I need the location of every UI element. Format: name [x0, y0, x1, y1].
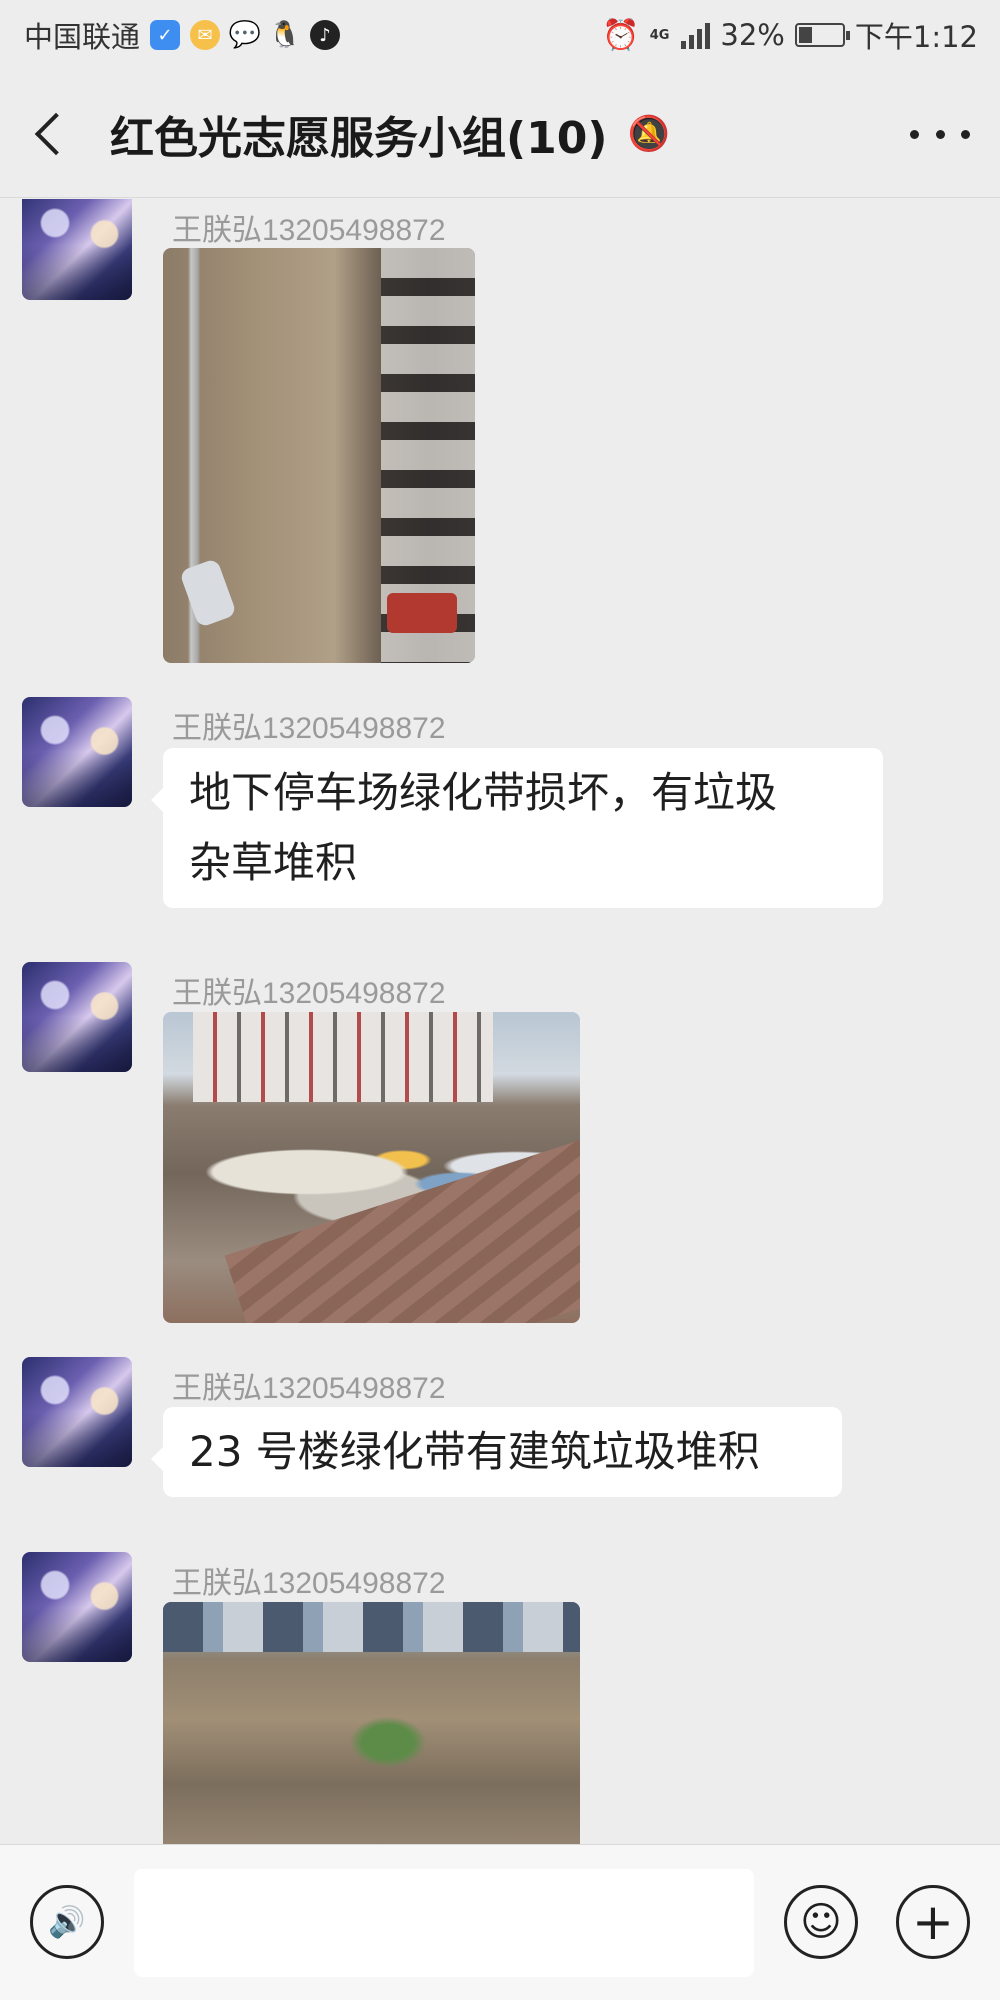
carrier-name: 中国联通 — [24, 20, 141, 54]
photo-message[interactable] — [163, 248, 475, 663]
bubble-line: 地下停车场绿化带损坏，有垃圾 — [189, 768, 778, 817]
mail-icon: ✉ — [190, 20, 221, 50]
network-type: 4G — [649, 27, 670, 43]
more-dot — [961, 129, 970, 139]
photo-message[interactable] — [163, 1602, 580, 1844]
signal-icon — [681, 21, 711, 49]
sender-name: 王朕弘13205498872 — [172, 1372, 446, 1405]
emoji-button[interactable]: ☺ — [784, 1885, 858, 1959]
chat-title: 红色光志愿服务小组(10) — [110, 112, 608, 164]
emoji-icon: ☺ — [800, 1899, 842, 1945]
back-chevron-icon — [34, 112, 78, 155]
qq-icon: 🐧 — [268, 20, 302, 50]
input-bar: 🔊 ☺ + — [0, 1844, 1000, 2000]
more-dot — [910, 129, 919, 139]
battery-icon — [794, 23, 850, 47]
wechat-icon: 💬 — [228, 20, 262, 50]
photo-message[interactable] — [163, 1012, 580, 1323]
sender-name: 王朕弘13205498872 — [172, 1567, 446, 1600]
status-bar: 中国联通 ✓ ✉ 💬 🐧 ♪ ⏰ 4G 32% 下午1:12 — [0, 0, 1000, 70]
plus-icon: + — [912, 1893, 954, 1951]
text-bubble[interactable]: 23 号楼绿化带有建筑垃圾堆积 — [151, 1407, 842, 1497]
text-bubble[interactable]: 地下停车场绿化带损坏，有垃圾 杂草堆积 — [151, 748, 883, 908]
sender-name: 王朕弘13205498872 — [172, 214, 446, 247]
bell-muted-icon: 🔕 — [627, 113, 670, 154]
tiktok-icon: ♪ — [310, 20, 341, 50]
alarm-icon: ⏰ — [602, 17, 640, 53]
avatar[interactable] — [22, 199, 132, 300]
sender-name: 王朕弘13205498872 — [172, 712, 446, 745]
shield-icon: ✓ — [150, 20, 181, 50]
avatar[interactable] — [22, 697, 132, 807]
voice-button[interactable]: 🔊 — [30, 1885, 104, 1959]
bubble-line: 23 号楼绿化带有建筑垃圾堆积 — [189, 1427, 760, 1476]
sender-name: 王朕弘13205498872 — [172, 977, 446, 1010]
battery-percent: 32% — [720, 18, 785, 52]
status-right: ⏰ 4G 32% 下午1:12 — [602, 14, 978, 56]
avatar[interactable] — [22, 1357, 132, 1467]
plus-button[interactable]: + — [896, 1885, 970, 1959]
clock: 下午1:12 — [854, 20, 978, 54]
message-list[interactable]: 王朕弘13205498872 王朕弘13205498872 地下停车场绿化带损坏… — [0, 199, 1000, 1844]
more-button[interactable] — [910, 110, 970, 158]
avatar[interactable] — [22, 1552, 132, 1662]
avatar[interactable] — [22, 962, 132, 1072]
voice-icon: 🔊 — [48, 1904, 86, 1940]
message-input[interactable] — [134, 1869, 754, 1977]
bubble-line: 杂草堆积 — [189, 838, 358, 887]
chat-header: 红色光志愿服务小组(10) 🔕 — [0, 70, 1000, 198]
battery-fill — [798, 27, 813, 43]
more-dot — [935, 129, 945, 139]
status-left: 中国联通 ✓ ✉ 💬 🐧 ♪ — [24, 14, 341, 56]
back-button[interactable] — [0, 70, 100, 198]
